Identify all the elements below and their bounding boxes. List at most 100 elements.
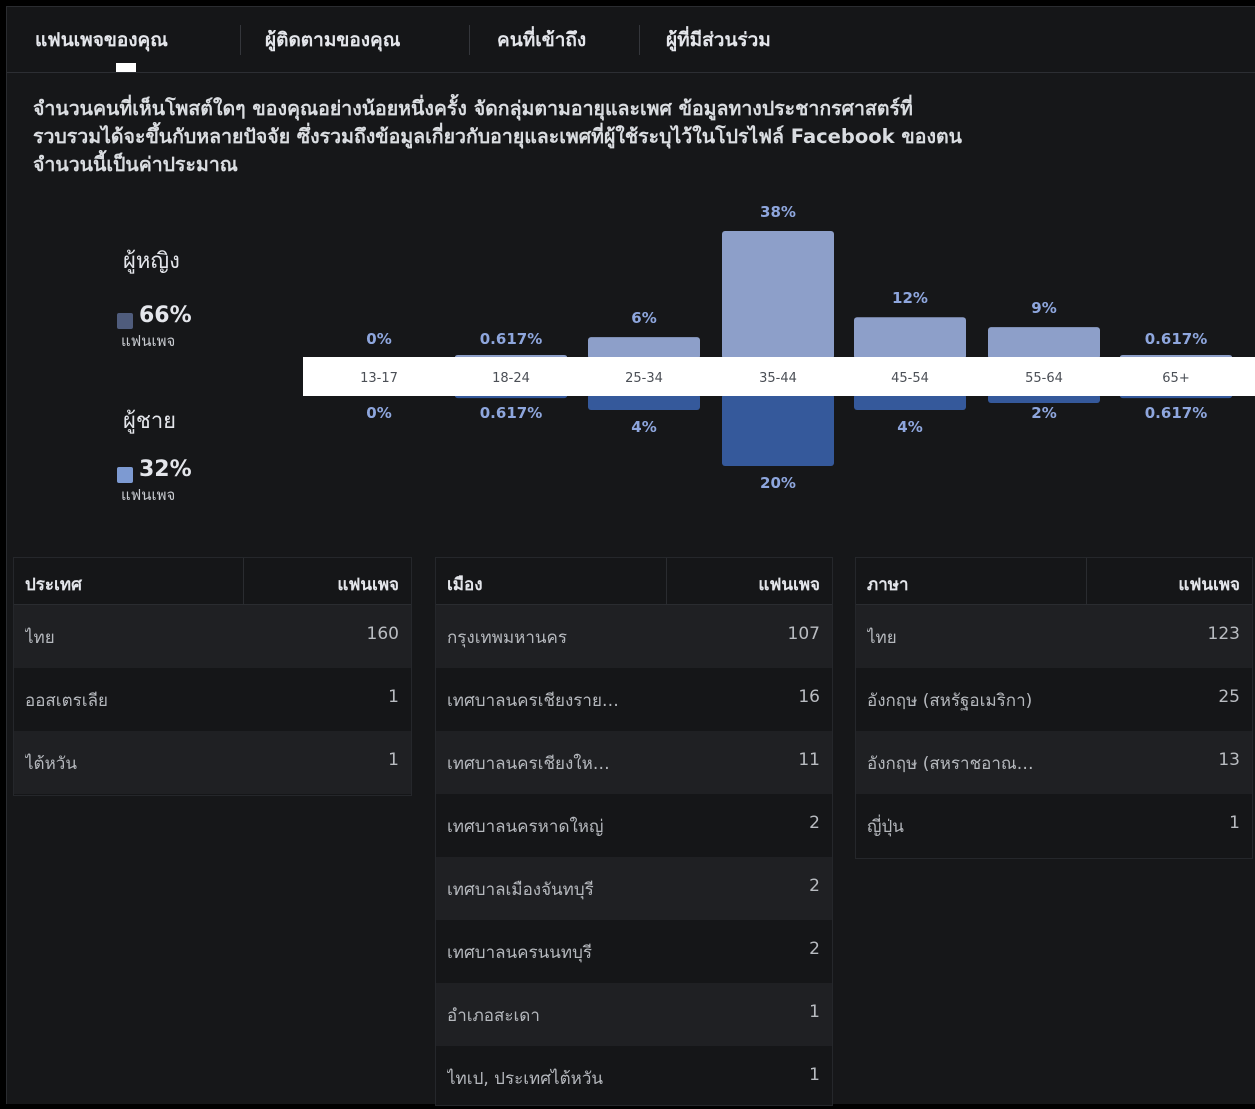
row-name: อังกฤษ (สหรัฐอเมริกา) — [867, 691, 1033, 711]
row-name: ญี่ปุ่น — [867, 817, 904, 837]
row-name: เทศบาลนครเชียงให… — [447, 754, 610, 774]
row-count: 13 — [1218, 750, 1240, 770]
age-tick-label: 45-54 — [891, 371, 929, 386]
data-label-female: 9% — [1031, 299, 1056, 317]
table-row: อังกฤษ (สหราชอาณ… 13 — [856, 731, 1252, 794]
row-count: 2 — [809, 939, 820, 959]
row-count: 123 — [1207, 624, 1240, 644]
row-count: 1 — [388, 687, 399, 707]
row-count: 11 — [798, 750, 820, 770]
data-label-female: 0% — [366, 330, 391, 348]
table-row: เทศบาลนครนนทบุรี 2 — [436, 920, 832, 983]
table-row: อำเภอสะเดา 1 — [436, 983, 832, 1046]
data-label-male: 4% — [631, 418, 656, 436]
bar-female-45-54 — [854, 317, 966, 359]
age-tick-label: 55-64 — [1025, 371, 1063, 386]
column-divider — [243, 558, 244, 604]
tab-divider — [639, 25, 640, 55]
column-header-fans[interactable]: แฟนเพจ — [337, 571, 399, 598]
row-count: 1 — [809, 1002, 820, 1022]
bar-female-25-34 — [588, 337, 700, 359]
table-header: เมือง แฟนเพจ — [436, 558, 832, 605]
data-label-female: 38% — [760, 203, 796, 221]
row-name: เทศบาลเมืองจันทบุรี — [447, 880, 594, 900]
tab-divider — [240, 25, 241, 55]
column-header-language[interactable]: ภาษา — [867, 571, 909, 598]
row-name: อำเภอสะเดา — [447, 1006, 540, 1026]
column-header-city[interactable]: เมือง — [447, 571, 483, 598]
table-row: ไทย 160 — [14, 605, 411, 668]
age-tick-label: 13-17 — [360, 371, 398, 386]
data-label-male: 0.617% — [480, 404, 542, 422]
row-count: 16 — [798, 687, 820, 707]
language-table: ภาษา แฟนเพจ ไทย 123 อังกฤษ (สหรัฐอเมริกา) 25 อ… — [855, 557, 1253, 859]
age-tick-label: 18-24 — [492, 371, 530, 386]
age-gender-bar-chart: 0% 0% 0.617% 0.617% 6% 4% 38% 20% 12% 4% 9% 2% 0.617… — [303, 203, 1255, 492]
description-line: จำนวนนี้เป็นค่าประมาณ — [33, 153, 238, 176]
bar-male-45-54 — [854, 394, 966, 410]
tab-people-engaged[interactable]: ผู้ที่มีส่วนร่วม — [666, 7, 771, 72]
table-row: เทศบาลนครเชียงให… 11 — [436, 731, 832, 794]
bar-male-35-44 — [722, 394, 834, 466]
row-name: ไทย — [867, 628, 897, 648]
bar-male-25-34 — [588, 394, 700, 410]
chart-description: จำนวนคนที่เห็นโพสต์ใดๆ ของคุณอย่างน้อยหน… — [33, 95, 1233, 179]
column-divider — [666, 558, 667, 604]
row-name: กรุงเทพมหานคร — [447, 628, 568, 648]
table-row: ญี่ปุ่น 1 — [856, 794, 1252, 857]
tab-your-followers[interactable]: ผู้ติดตามของคุณ — [265, 7, 400, 72]
row-count: 25 — [1218, 687, 1240, 707]
table-row: ออสเตรเลีย 1 — [14, 668, 411, 731]
table-header: ประเทศ แฟนเพจ — [14, 558, 411, 605]
row-count: 107 — [787, 624, 820, 644]
column-divider — [1086, 558, 1087, 604]
row-name: ไต้หวัน — [25, 754, 77, 774]
bar-female-35-44 — [722, 231, 834, 359]
bar-female-55-64 — [988, 327, 1100, 359]
row-count: 2 — [809, 813, 820, 833]
country-table: ประเทศ แฟนเพจไทย 160 ออสเตรเลีย 1 ไต้หวัน 1 — [13, 557, 412, 796]
data-label-male: 0% — [366, 404, 391, 422]
data-label-female: 12% — [892, 289, 928, 307]
audience-panel: แฟนเพจของคุณ ผู้ติดตามของคุณ คนที่เข้าถึ… — [6, 6, 1255, 1106]
city-table: เมือง แฟนเพจกรุงเทพมหานคร 107 เทศบาลนครเชีย… — [435, 557, 833, 1106]
row-name: ไทเป, ประเทศไต้หวัน — [447, 1069, 603, 1089]
row-count: 1 — [388, 750, 399, 770]
tab-divider — [469, 25, 470, 55]
row-count: 1 — [809, 1065, 820, 1085]
description-line: จำนวนคนที่เห็นโพสต์ใดๆ ของคุณอย่างน้อยหน… — [33, 97, 913, 120]
data-label-male: 2% — [1031, 404, 1056, 422]
column-header-country[interactable]: ประเทศ — [25, 571, 82, 598]
table-header: ภาษา แฟนเพจ — [856, 558, 1252, 605]
tab-people-reached[interactable]: คนที่เข้าถึง — [497, 7, 586, 72]
age-tick-label: 35-44 — [759, 371, 797, 386]
row-name: เทศบาลนครหาดใหญ่ — [447, 817, 604, 837]
row-count: 160 — [366, 624, 399, 644]
table-row: เทศบาลเมืองจันทบุรี 2 — [436, 857, 832, 920]
row-name: ไทย — [25, 628, 55, 648]
row-count: 2 — [809, 876, 820, 896]
description-line: รวบรวมได้จะขึ้นกับหลายปัจจัย ซึ่งรวมถึงข… — [33, 125, 962, 148]
data-label-female: 6% — [631, 309, 656, 327]
table-row: เทศบาลนครเชียงราย… 16 — [436, 668, 832, 731]
tab-your-fans[interactable]: แฟนเพจของคุณ — [35, 7, 168, 72]
row-name: อังกฤษ (สหราชอาณ… — [867, 754, 1034, 774]
table-row: เทศบาลนครหาดใหญ่ 2 — [436, 794, 832, 857]
age-tick-label: 25-34 — [625, 371, 663, 386]
table-row: ไทเป, ประเทศไต้หวัน 1 — [436, 1046, 832, 1109]
row-count: 1 — [1229, 813, 1240, 833]
data-label-female: 0.617% — [1145, 330, 1207, 348]
data-label-male: 20% — [760, 474, 796, 492]
data-label-male: 0.617% — [1145, 404, 1207, 422]
row-name: ออสเตรเลีย — [25, 691, 108, 711]
column-header-fans[interactable]: แฟนเพจ — [758, 571, 820, 598]
row-name: เทศบาลนครเชียงราย… — [447, 691, 619, 711]
row-name: เทศบาลนครนนทบุรี — [447, 943, 593, 963]
age-tick-label: 65+ — [1162, 371, 1189, 386]
data-label-female: 0.617% — [480, 330, 542, 348]
tab-bar: แฟนเพจของคุณ ผู้ติดตามของคุณ คนที่เข้าถึ… — [7, 7, 1255, 73]
column-header-fans[interactable]: แฟนเพจ — [1178, 571, 1240, 598]
active-tab-indicator — [116, 63, 136, 72]
table-row: อังกฤษ (สหรัฐอเมริกา) 25 — [856, 668, 1252, 731]
table-row: ไทย 123 — [856, 605, 1252, 668]
